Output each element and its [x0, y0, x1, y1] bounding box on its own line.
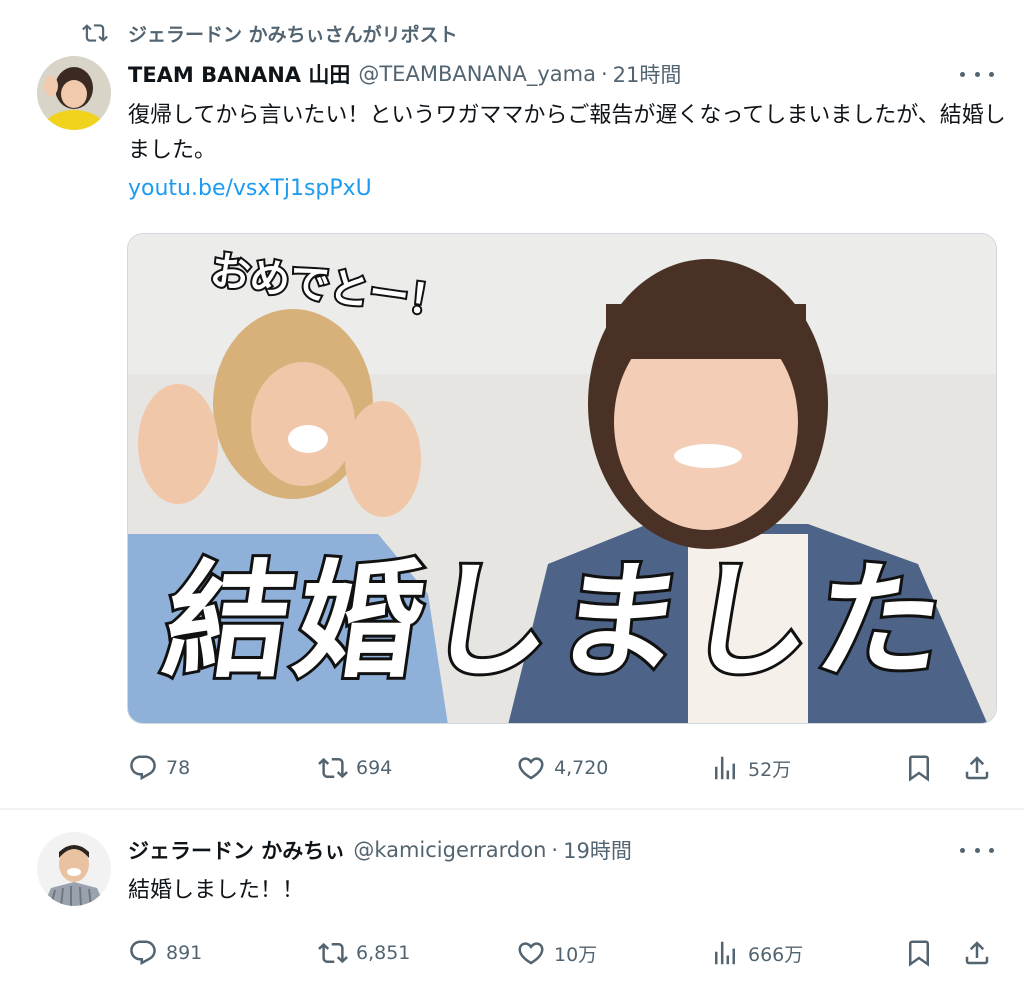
like-button[interactable]: 4,720 — [516, 750, 608, 786]
repost-icon — [82, 24, 108, 42]
share-icon — [965, 941, 989, 965]
repost-icon — [318, 757, 348, 779]
repost-count: 694 — [356, 757, 393, 779]
tweet-link[interactable]: youtu.be/vsxTj1spPxU — [128, 176, 372, 201]
tweet-header: TEAM BANANA 山田 @TEAMBANANA_yama · 21時間 — [128, 58, 681, 90]
reply-button[interactable]: 891 — [128, 935, 202, 971]
tweet-2[interactable]: ジェラードン かみちぃ @kamicigerrardon · 19時間 結婚しま… — [0, 810, 1024, 996]
tweet-media-image[interactable]: おめでとー！ 結婚しました — [127, 233, 997, 724]
repost-button[interactable]: 6,851 — [318, 935, 410, 971]
separator-dot: · — [551, 838, 559, 862]
like-button[interactable]: 10万 — [516, 935, 597, 971]
views-count: 666万 — [748, 943, 804, 966]
author-handle[interactable]: @kamicigerrardon — [353, 838, 546, 862]
author-name[interactable]: ジェラードン かみちぃ — [128, 835, 345, 865]
bookmark-icon — [909, 755, 929, 782]
tweet-header: ジェラードン かみちぃ @kamicigerrardon · 19時間 — [128, 834, 632, 866]
share-button[interactable] — [962, 750, 992, 786]
views-button[interactable]: 666万 — [710, 935, 803, 971]
views-chart-icon — [715, 756, 735, 780]
tweet-text: 結婚しました！！ — [128, 878, 305, 903]
reply-icon — [130, 755, 156, 781]
repost-count: 6,851 — [356, 942, 411, 964]
reply-button[interactable]: 78 — [128, 750, 190, 786]
reply-icon — [130, 940, 156, 966]
tweet-time[interactable]: 19時間 — [563, 835, 632, 865]
like-count: 10万 — [554, 943, 598, 966]
separator-dot: · — [600, 62, 608, 86]
repost-banner[interactable]: ジェラードン かみちぃさんがリポスト — [82, 20, 458, 46]
media-overlay-big-text: 結婚しました — [153, 545, 960, 698]
views-button[interactable]: 52万 — [710, 750, 791, 786]
more-options-icon[interactable] — [960, 840, 994, 860]
heart-icon — [518, 942, 544, 965]
tweet-text: 復帰してから言いたい！というワガママからご報告が遅くなってしまいましたが、結婚し… — [128, 103, 1006, 163]
tweet-1[interactable]: ジェラードン かみちぃさんがリポスト TEAM BANANA 山田 @TEAMB… — [0, 0, 1024, 808]
like-count: 4,720 — [554, 757, 609, 779]
author-avatar[interactable] — [37, 56, 111, 130]
reply-count: 891 — [166, 942, 203, 964]
bookmark-button[interactable] — [904, 750, 934, 786]
tweet-actions: 78 694 4,720 52万 — [128, 750, 998, 786]
more-options-icon[interactable] — [960, 64, 994, 84]
author-avatar[interactable] — [37, 832, 111, 906]
author-handle[interactable]: @TEAMBANANA_yama — [358, 62, 596, 86]
repost-banner-text: ジェラードン かみちぃさんがリポスト — [128, 23, 458, 46]
heart-icon — [518, 757, 544, 780]
views-chart-icon — [715, 941, 735, 965]
share-button[interactable] — [962, 935, 992, 971]
tweet-time[interactable]: 21時間 — [613, 59, 682, 89]
author-name[interactable]: TEAM BANANA 山田 — [128, 59, 350, 89]
bookmark-button[interactable] — [904, 935, 934, 971]
bookmark-icon — [909, 940, 929, 967]
views-count: 52万 — [748, 758, 792, 781]
reply-count: 78 — [166, 757, 191, 779]
repost-icon — [318, 942, 348, 964]
repost-button[interactable]: 694 — [318, 750, 392, 786]
tweet-actions: 891 6,851 10万 666万 — [128, 935, 998, 971]
share-icon — [965, 756, 989, 780]
